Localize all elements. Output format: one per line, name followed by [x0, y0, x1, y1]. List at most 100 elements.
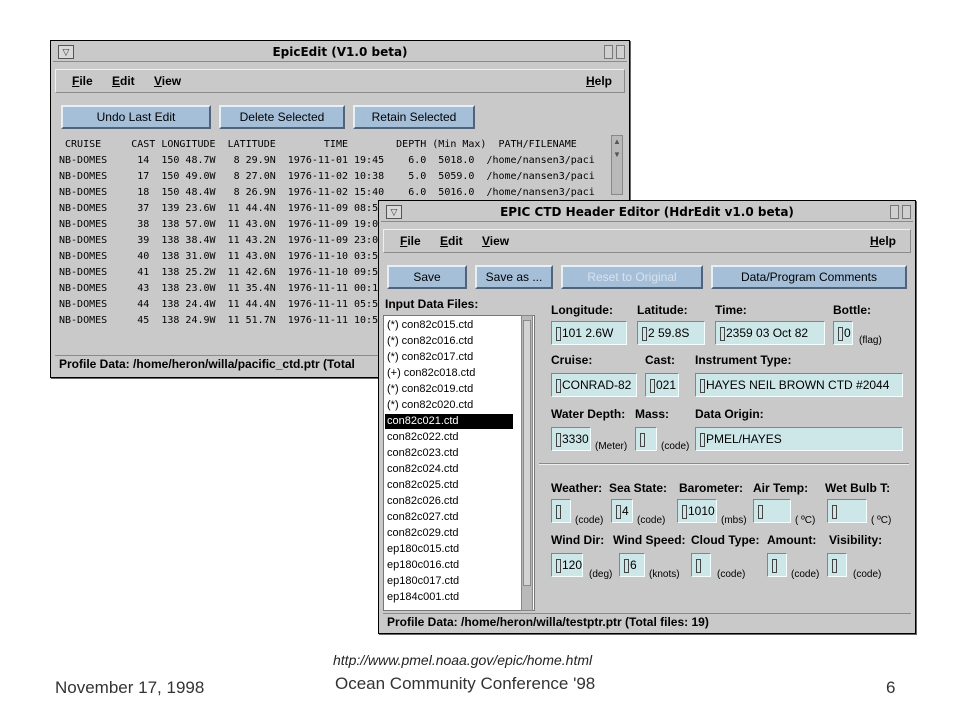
sea-state-field[interactable]: 4: [611, 499, 633, 523]
minimize-icon[interactable]: [890, 205, 899, 219]
list-item[interactable]: (*) con82c020.ctd: [385, 398, 513, 413]
list-item[interactable]: con82c029.ctd: [385, 526, 513, 541]
list-item[interactable]: con82c026.ctd: [385, 494, 513, 509]
epicedit-menubar: File Edit View Help: [55, 69, 625, 93]
cruise-field[interactable]: CONRAD-82: [551, 373, 637, 397]
list-item[interactable]: con82c025.ctd: [385, 478, 513, 493]
list-item[interactable]: con82c021.ctd: [385, 414, 513, 429]
latitude-field[interactable]: 2 59.8S: [637, 321, 705, 345]
list-item[interactable]: (*) con82c016.ctd: [385, 334, 513, 349]
longitude-label: Longitude:: [551, 303, 613, 317]
bottle-field[interactable]: 0: [833, 321, 853, 345]
water-depth-field[interactable]: 3330: [551, 427, 591, 451]
hdredit-title: EPIC CTD Header Editor (HdrEdit v1.0 bet…: [500, 205, 794, 219]
epicedit-title: EpicEdit (V1.0 beta): [272, 45, 408, 59]
list-item[interactable]: con82c023.ctd: [385, 446, 513, 461]
barometer-field[interactable]: 1010: [677, 499, 717, 523]
data-origin-field[interactable]: PMEL/HAYES: [695, 427, 903, 451]
cruise-label: Cruise:: [551, 353, 593, 367]
menu-help[interactable]: Help: [586, 74, 612, 88]
save-as-button[interactable]: Save as ...: [475, 265, 553, 289]
menu-edit[interactable]: Edit: [112, 74, 135, 88]
cast-field[interactable]: 021: [645, 373, 679, 397]
scroll-down-icon[interactable]: ▼: [612, 150, 622, 160]
table-row[interactable]: NB-DOMES 17 150 49.0W 8 27.0N 1976-11-02…: [59, 169, 605, 185]
scroll-up-icon[interactable]: ▲: [612, 137, 622, 147]
save-button[interactable]: Save: [387, 265, 467, 289]
minimize-icon[interactable]: [604, 45, 613, 59]
air-temp-field[interactable]: [753, 499, 791, 523]
menu-file[interactable]: File: [72, 74, 93, 88]
longitude-field[interactable]: 101 2.6W: [551, 321, 627, 345]
list-item[interactable]: ep180c017.ctd: [385, 574, 513, 589]
list-item[interactable]: con82c022.ctd: [385, 430, 513, 445]
list-item[interactable]: (*) con82c015.ctd: [385, 318, 513, 333]
list-item[interactable]: ep184c001.ctd: [385, 590, 513, 605]
retain-selected-button[interactable]: Retain Selected: [353, 105, 475, 129]
amount-field[interactable]: [767, 553, 787, 577]
footer-url[interactable]: http://www.pmel.noaa.gov/epic/home.html: [333, 652, 592, 668]
visibility-field[interactable]: [827, 553, 847, 577]
hdredit-menubar: File Edit View Help: [383, 229, 911, 253]
wind-dir-field[interactable]: 120: [551, 553, 583, 577]
wind-dir-label: Wind Dir:: [551, 533, 605, 547]
barometer-label: Barometer:: [679, 481, 744, 495]
hdredit-status: Profile Data: /home/heron/willa/testptr.…: [383, 613, 911, 631]
wet-bulb-field[interactable]: [827, 499, 867, 523]
footer-page-number: 6: [886, 678, 896, 697]
cast-label: Cast:: [645, 353, 676, 367]
file-list-scroll-thumb[interactable]: [523, 320, 531, 586]
cloud-type-field[interactable]: [691, 553, 711, 577]
menu-edit[interactable]: Edit: [440, 234, 463, 248]
time-field[interactable]: 2359 03 Oct 82: [715, 321, 825, 345]
weather-field[interactable]: [551, 499, 571, 523]
mass-label: Mass:: [635, 407, 670, 421]
epicedit-titlebar[interactable]: ▽ EpicEdit (V1.0 beta): [53, 43, 627, 62]
table-scrollbar[interactable]: ▲ ▼: [611, 135, 623, 195]
menu-view[interactable]: View: [154, 74, 181, 88]
menu-view[interactable]: View: [482, 234, 509, 248]
wind-speed-label: Wind Speed:: [613, 533, 686, 547]
footer-conference: Ocean Community Conference '98: [335, 674, 596, 693]
bottle-label: Bottle:: [833, 303, 871, 317]
maximize-icon[interactable]: [616, 45, 625, 59]
menu-file[interactable]: File: [400, 234, 421, 248]
weather-code-unit: (code): [575, 515, 604, 526]
hdredit-titlebar[interactable]: ▽ EPIC CTD Header Editor (HdrEdit v1.0 b…: [381, 203, 913, 222]
time-label: Time:: [715, 303, 747, 317]
air-temp-degc-unit: ( ºC): [795, 515, 816, 526]
latitude-label: Latitude:: [637, 303, 688, 317]
wind-speed-field[interactable]: 6: [619, 553, 645, 577]
table-row[interactable]: NB-DOMES 14 150 48.7W 8 29.9N 1976-11-01…: [59, 153, 605, 169]
data-program-comments-button[interactable]: Data/Program Comments: [711, 265, 907, 289]
mbs-unit: (mbs): [721, 515, 747, 526]
maximize-icon[interactable]: [902, 205, 911, 219]
weather-label: Weather:: [551, 481, 603, 495]
footer-date: November 17, 1998: [55, 678, 205, 697]
mass-code-unit: (code): [661, 441, 690, 452]
list-item[interactable]: ep180c015.ctd: [385, 542, 513, 557]
hdredit-window: ▽ EPIC CTD Header Editor (HdrEdit v1.0 b…: [378, 200, 916, 634]
list-item[interactable]: (*) con82c019.ctd: [385, 382, 513, 397]
visibility-label: Visibility:: [829, 533, 883, 547]
list-item[interactable]: con82c024.ctd: [385, 462, 513, 477]
wet-bulb-label: Wet Bulb T:: [825, 481, 891, 495]
menu-help[interactable]: Help: [870, 234, 896, 248]
input-files-label: Input Data Files:: [385, 297, 479, 311]
amount-code-unit: (code): [791, 569, 820, 580]
list-item[interactable]: ep180c016.ctd: [385, 558, 513, 573]
list-item[interactable]: (*) con82c017.ctd: [385, 350, 513, 365]
table-row[interactable]: NB-DOMES 18 150 48.4W 8 26.9N 1976-11-02…: [59, 185, 605, 201]
list-item[interactable]: con82c027.ctd: [385, 510, 513, 525]
undo-last-edit-button[interactable]: Undo Last Edit: [61, 105, 211, 129]
mass-field[interactable]: [635, 427, 657, 451]
file-list-scrollbar[interactable]: [521, 315, 533, 611]
list-item[interactable]: (+) con82c018.ctd: [385, 366, 513, 381]
reset-to-original-button[interactable]: Reset to Original: [561, 265, 703, 289]
flag-unit: (flag): [859, 335, 882, 346]
instrument-type-field[interactable]: HAYES NEIL BROWN CTD #2044: [695, 373, 903, 397]
instrument-type-label: Instrument Type:: [695, 353, 792, 367]
delete-selected-button[interactable]: Delete Selected: [219, 105, 345, 129]
table-header: CRUISE CAST LONGITUDE LATITUDE TIME DEPT…: [59, 139, 577, 150]
sea-state-label: Sea State:: [609, 481, 668, 495]
